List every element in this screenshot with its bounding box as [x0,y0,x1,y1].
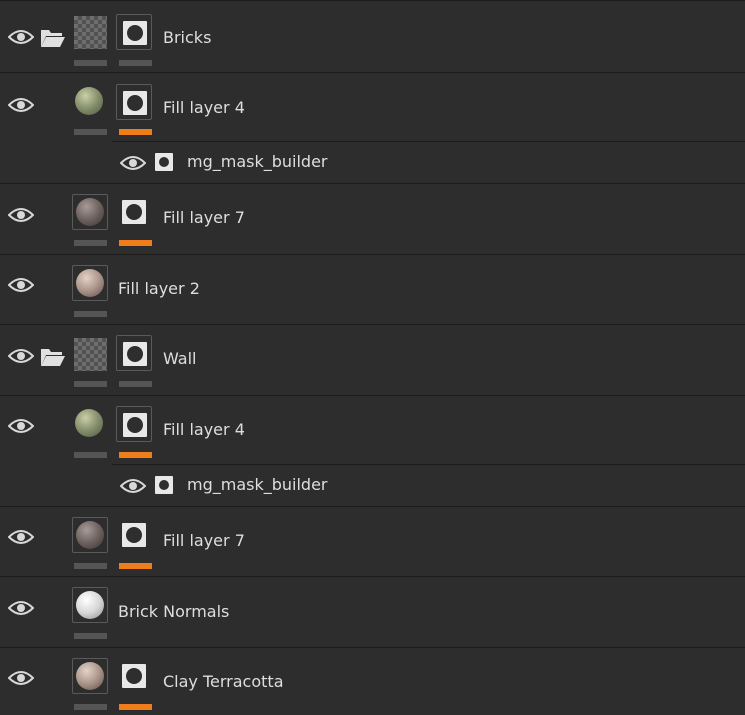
eye-icon[interactable] [8,207,34,223]
layer-content-thumbnail[interactable] [74,338,107,371]
content-status-bar [74,452,107,458]
material-sphere-icon [76,591,104,619]
folder-icon[interactable] [40,27,66,49]
material-sphere-icon [76,662,104,690]
layer-row-fill-layer-2[interactable]: Fill layer 2 [0,255,745,325]
mask-generator-icon [155,153,173,171]
mask-thumbnail[interactable] [116,194,152,230]
layer-content-thumbnail[interactable] [72,194,108,230]
layer-content-thumbnail[interactable] [74,16,107,49]
eye-icon[interactable] [8,418,34,434]
layer-content-thumbnail[interactable] [72,658,108,694]
layer-row-fill-layer-4[interactable]: Fill layer 4 mg_mask_builder [0,396,745,507]
eye-icon[interactable] [8,97,34,113]
layer-content-thumbnail[interactable] [72,587,108,623]
folder-icon[interactable] [40,346,66,368]
material-sphere-icon [75,87,103,115]
layer-row-wall[interactable]: Wall [0,325,745,396]
mask-status-bar [119,60,152,66]
layer-name[interactable]: Wall [163,349,197,369]
mask-status-bar [119,452,152,458]
content-status-bar [74,633,107,639]
layer-row-brick-normals[interactable]: Brick Normals [0,577,745,648]
content-status-bar [74,60,107,66]
eye-icon[interactable] [8,529,34,545]
material-sphere-icon [76,269,104,297]
effect-name[interactable]: mg_mask_builder [187,475,328,495]
layer-name[interactable]: Fill layer 4 [163,98,245,118]
mask-thumbnail[interactable] [116,335,152,371]
layer-name[interactable]: Brick Normals [118,602,229,622]
content-status-bar [74,240,107,246]
layer-row-fill-layer-4[interactable]: Fill layer 4 mg_mask_builder [0,73,745,184]
mask-status-bar [119,381,152,387]
mask-status-bar [119,704,152,710]
effect-row-mg-mask-builder[interactable]: mg_mask_builder [112,141,745,183]
effect-row-mg-mask-builder[interactable]: mg_mask_builder [112,464,745,506]
eye-icon[interactable] [120,478,146,494]
mask-thumbnail[interactable] [116,406,152,442]
content-status-bar [74,311,107,317]
layer-name[interactable]: Fill layer 7 [163,208,245,228]
layer-name[interactable]: Fill layer 7 [163,531,245,551]
mask-thumbnail[interactable] [116,658,152,694]
mask-thumbnail[interactable] [116,84,152,120]
mask-thumbnail[interactable] [116,14,152,50]
content-status-bar [74,563,107,569]
layer-content-thumbnail[interactable] [72,406,108,442]
layer-name[interactable]: Fill layer 4 [163,420,245,440]
layer-row-fill-layer-7[interactable]: Fill layer 7 [0,184,745,255]
layer-name[interactable]: Bricks [163,28,211,48]
material-sphere-icon [76,198,104,226]
layer-row-bricks[interactable]: Bricks [0,0,745,73]
eye-icon[interactable] [120,155,146,171]
content-status-bar [74,704,107,710]
mask-status-bar [119,563,152,569]
eye-icon[interactable] [8,600,34,616]
material-sphere-icon [75,409,103,437]
mask-status-bar [119,240,152,246]
content-status-bar [74,129,107,135]
effect-name[interactable]: mg_mask_builder [187,152,328,172]
eye-icon[interactable] [8,348,34,364]
mask-thumbnail[interactable] [116,517,152,553]
layer-name[interactable]: Clay Terracotta [163,672,284,692]
eye-icon[interactable] [8,670,34,686]
material-sphere-icon [76,521,104,549]
layer-row-fill-layer-7[interactable]: Fill layer 7 [0,507,745,577]
layer-row-clay-terracotta[interactable]: Clay Terracotta [0,648,745,715]
mask-generator-icon [155,476,173,494]
mask-status-bar [119,129,152,135]
layer-content-thumbnail[interactable] [72,517,108,553]
layer-stack: Bricks Fill layer 4 mg_mask_builder Fill… [0,0,745,715]
layer-content-thumbnail[interactable] [72,265,108,301]
eye-icon[interactable] [8,29,34,45]
eye-icon[interactable] [8,277,34,293]
layer-name[interactable]: Fill layer 2 [118,279,200,299]
layer-content-thumbnail[interactable] [72,84,108,120]
content-status-bar [74,381,107,387]
